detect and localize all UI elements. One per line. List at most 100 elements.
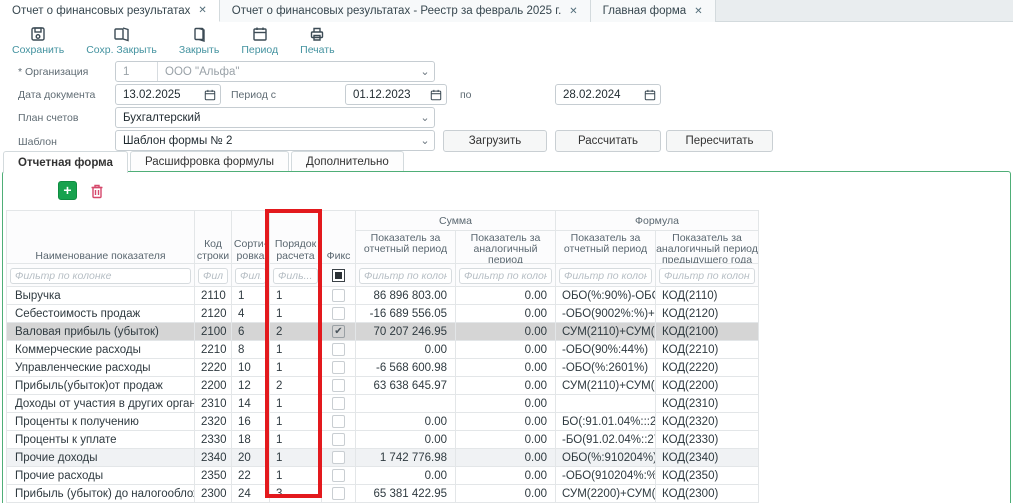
cell-formula-prev[interactable]: КОД(2210) xyxy=(656,341,759,359)
cell-order[interactable]: 1 xyxy=(270,341,322,359)
cell-sum-report[interactable]: 86 896 803.00 xyxy=(356,287,456,305)
cell-formula-report[interactable]: СУМ(2110)+СУМ(21... xyxy=(556,323,656,341)
cell-name[interactable]: Прибыль(убыток)от продаж xyxy=(7,377,195,395)
column-header-sum-report[interactable]: Показатель за отчетный период xyxy=(356,231,456,264)
cell-fix[interactable] xyxy=(322,287,356,305)
cell-sort[interactable]: 20 xyxy=(232,449,270,467)
cell-formula-prev[interactable]: КОД(2200) xyxy=(656,377,759,395)
cell-sum-report[interactable]: 65 381 422.95 xyxy=(356,485,456,503)
period-to-input[interactable]: 28.02.2024 xyxy=(555,84,661,105)
fix-filter-checkbox[interactable] xyxy=(332,269,345,282)
load-button[interactable]: Загрузить xyxy=(443,130,547,152)
fix-checkbox[interactable] xyxy=(332,307,345,320)
cell-sort[interactable]: 12 xyxy=(232,377,270,395)
cell-formula-prev[interactable]: КОД(2300) xyxy=(656,485,759,503)
table-row[interactable]: Прочие расходы23502210.000.00-ОБО(910204… xyxy=(7,467,759,485)
cell-name[interactable]: Проценты к уплате xyxy=(7,431,195,449)
recalculate-button[interactable]: Пересчитать xyxy=(666,130,773,152)
cell-sum-prev[interactable]: 0.00 xyxy=(456,431,556,449)
cell-sum-report[interactable]: 0.00 xyxy=(356,467,456,485)
cell-code[interactable]: 2340 xyxy=(195,449,232,467)
chevron-down-icon[interactable]: ⌄ xyxy=(416,67,434,77)
print-button[interactable]: Печать xyxy=(300,26,334,58)
fix-checkbox[interactable] xyxy=(332,487,345,500)
period-from-input[interactable]: 01.12.2023 xyxy=(345,84,447,105)
table-row[interactable]: Управленческие расходы2220101-6 568 600.… xyxy=(7,359,759,377)
cell-order[interactable]: 1 xyxy=(270,305,322,323)
cell-fix[interactable] xyxy=(322,305,356,323)
column-header-sort[interactable]: Сорти-ровка xyxy=(232,211,270,264)
doc-date-input[interactable]: 13.02.2025 xyxy=(115,84,221,105)
cell-formula-prev[interactable]: КОД(2350) xyxy=(656,467,759,485)
calculate-button[interactable]: Рассчитать xyxy=(555,130,661,152)
cell-order[interactable]: 1 xyxy=(270,413,322,431)
fix-checkbox[interactable] xyxy=(332,379,345,392)
cell-sum-prev[interactable]: 0.00 xyxy=(456,413,556,431)
table-row[interactable]: Прибыль(убыток)от продаж220012263 638 64… xyxy=(7,377,759,395)
tab-report-form[interactable]: Отчетная форма xyxy=(3,151,128,173)
filter-input-name[interactable] xyxy=(10,268,191,284)
table-row[interactable]: Себестоимость продаж212041-16 689 556.05… xyxy=(7,305,759,323)
cell-sort[interactable]: 14 xyxy=(232,395,270,413)
cell-sum-prev[interactable]: 0.00 xyxy=(456,449,556,467)
cell-formula-prev[interactable]: КОД(2340) xyxy=(656,449,759,467)
period-button[interactable]: Период xyxy=(241,26,278,58)
cell-formula-report[interactable]: -ОБО(9002%:%)+ОБ... xyxy=(556,305,656,323)
cell-order[interactable]: 1 xyxy=(270,467,322,485)
cell-code[interactable]: 2310 xyxy=(195,395,232,413)
cell-code[interactable]: 2350 xyxy=(195,467,232,485)
cell-sort[interactable]: 1 xyxy=(232,287,270,305)
tab-close-icon[interactable]: ✕ xyxy=(569,6,577,17)
cell-code[interactable]: 2210 xyxy=(195,341,232,359)
table-row[interactable]: Доходы от участия в других организаци...… xyxy=(7,395,759,413)
cell-name[interactable]: Доходы от участия в других организаци... xyxy=(7,395,195,413)
cell-code[interactable]: 2320 xyxy=(195,413,232,431)
cell-fix[interactable] xyxy=(322,485,356,503)
cell-sort[interactable]: 22 xyxy=(232,467,270,485)
cell-code[interactable]: 2110 xyxy=(195,287,232,305)
cell-name[interactable]: Себестоимость продаж xyxy=(7,305,195,323)
cell-name[interactable]: Проценты к получению xyxy=(7,413,195,431)
table-row[interactable]: Выручка21101186 896 803.000.00ОБО(%:90%)… xyxy=(7,287,759,305)
cell-sum-report[interactable]: 1 742 776.98 xyxy=(356,449,456,467)
filter-input-sum-prev[interactable] xyxy=(459,268,552,284)
tab-additional[interactable]: Дополнительно xyxy=(291,151,404,172)
cell-formula-report[interactable]: СУМ(2110)+СУМ(21... xyxy=(556,377,656,395)
delete-row-button[interactable] xyxy=(90,183,104,199)
cell-sort[interactable]: 10 xyxy=(232,359,270,377)
cell-formula-prev[interactable]: КОД(2320) xyxy=(656,413,759,431)
cell-sort[interactable]: 4 xyxy=(232,305,270,323)
column-header-formula-report[interactable]: Показатель за отчетный период xyxy=(556,231,656,264)
cell-name[interactable]: Управленческие расходы xyxy=(7,359,195,377)
cell-formula-prev[interactable]: КОД(2110) xyxy=(656,287,759,305)
column-header-code[interactable]: Код строки xyxy=(195,211,232,264)
cell-formula-report[interactable]: -ОБО(%:2601%) xyxy=(556,359,656,377)
cell-name[interactable]: Прибыль (убыток) до налогообложения xyxy=(7,485,195,503)
cell-sum-prev[interactable]: 0.00 xyxy=(456,395,556,413)
cell-formula-report[interactable]: БО(:91.01.04%:::245... xyxy=(556,413,656,431)
fix-checkbox[interactable] xyxy=(332,451,345,464)
filter-input-order[interactable] xyxy=(273,268,318,284)
chevron-down-icon[interactable]: ⌄ xyxy=(416,136,434,146)
calendar-icon[interactable] xyxy=(426,89,446,101)
cell-order[interactable]: 1 xyxy=(270,431,322,449)
cell-fix[interactable] xyxy=(322,395,356,413)
cell-order[interactable]: 3 xyxy=(270,485,322,503)
cell-fix[interactable] xyxy=(322,341,356,359)
cell-name[interactable]: Коммерческие расходы xyxy=(7,341,195,359)
fix-checkbox[interactable] xyxy=(332,343,345,356)
template-combo[interactable]: Шаблон формы № 2 ⌄ xyxy=(115,130,435,151)
fix-checkbox[interactable] xyxy=(332,469,345,482)
cell-sum-report[interactable]: 70 207 246.95 xyxy=(356,323,456,341)
cell-formula-report[interactable]: -ОБО(90%:44%) xyxy=(556,341,656,359)
cell-sum-prev[interactable]: 0.00 xyxy=(456,377,556,395)
cell-order[interactable]: 2 xyxy=(270,323,322,341)
cell-formula-report[interactable]: -ОБО(910204%:%)-С... xyxy=(556,467,656,485)
cell-formula-report[interactable]: СУМ(2200)+СУМ(23... xyxy=(556,485,656,503)
filter-input-sum-report[interactable] xyxy=(359,268,452,284)
cell-code[interactable]: 2300 xyxy=(195,485,232,503)
window-tab-report[interactable]: Отчет о финансовых результатах ✕ xyxy=(0,0,220,22)
cell-formula-report[interactable]: -БО(91.02.04%::278... xyxy=(556,431,656,449)
cell-order[interactable]: 1 xyxy=(270,449,322,467)
fix-checkbox[interactable]: ✔ xyxy=(332,325,345,338)
